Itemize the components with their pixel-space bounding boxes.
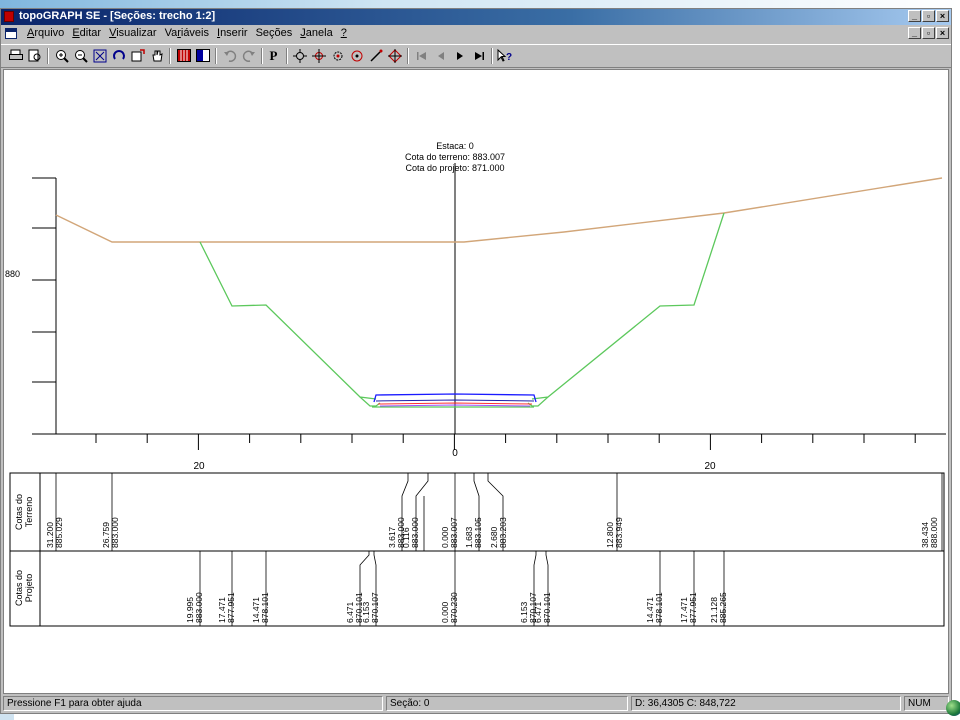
- doc-minimize-button[interactable]: _: [908, 27, 921, 39]
- draw-line-icon[interactable]: [367, 47, 384, 64]
- status-section: Seção: 0: [386, 696, 628, 711]
- app-window: topoGRAPH SE - [Seções: trecho 1:2] _ ▫ …: [0, 8, 952, 714]
- menu-bar: Arquivo Editar Visualizar Variáveis Inserir S…: [1, 25, 951, 43]
- zoom-extents-icon[interactable]: [91, 47, 108, 64]
- minimize-button[interactable]: _: [908, 10, 921, 22]
- terreno-value: 885.029: [54, 517, 64, 548]
- projeto-value: 877.951: [226, 592, 236, 623]
- toolbar: P ?: [1, 44, 951, 68]
- status-coords: D: 36,4305 C: 848,722: [631, 696, 901, 711]
- menu-3[interactable]: Variáveis: [161, 27, 213, 39]
- terreno-value: 883.000: [110, 517, 120, 548]
- snap-gear-icon[interactable]: [329, 47, 346, 64]
- toolbar-separator: [286, 48, 288, 64]
- globe-icon: [946, 700, 960, 716]
- menu-2[interactable]: Visualizar: [105, 27, 161, 39]
- projeto-value: 870.101: [542, 592, 552, 623]
- zoom-out-icon[interactable]: [72, 47, 89, 64]
- status-num: NUM: [904, 696, 949, 711]
- row-label-projeto: Cotas doProjeto: [14, 570, 34, 606]
- right-slope-line: [531, 212, 725, 400]
- menu-0[interactable]: Arquivo: [23, 27, 68, 39]
- row-label-terreno: Cotas doTerreno: [14, 494, 34, 530]
- terreno-value: 883.000: [410, 517, 420, 548]
- doc-restore-button[interactable]: ▫: [922, 27, 935, 39]
- print-icon[interactable]: [7, 47, 24, 64]
- cross-section-drawing[interactable]: Estaca: 0Cota do terreno: 883.007Cota do…: [4, 70, 948, 693]
- projeto-value: 878.101: [654, 592, 664, 623]
- snap-circle-icon[interactable]: [348, 47, 365, 64]
- terreno-value: 888.000: [929, 517, 939, 548]
- projeto-value: 885.265: [718, 592, 728, 623]
- data-table-frame: [9, 472, 945, 627]
- menu-5[interactable]: Seções: [252, 27, 297, 39]
- terreno-value: 883.949: [614, 517, 624, 548]
- svg-text:?: ?: [506, 52, 512, 63]
- title-bar[interactable]: topoGRAPH SE - [Seções: trecho 1:2] _ ▫ …: [1, 9, 951, 25]
- projeto-value: 878.101: [260, 592, 270, 623]
- menu-6[interactable]: Janela: [296, 27, 336, 39]
- close-button[interactable]: ×: [936, 10, 949, 22]
- toolbar-separator: [407, 48, 409, 64]
- snap-target-icon[interactable]: [386, 47, 403, 64]
- x-axis-label: 0: [452, 448, 458, 459]
- status-help-text: Pressione F1 para obter ajuda: [3, 696, 383, 711]
- status-bar: Pressione F1 para obter ajuda Seção: 0 D…: [1, 695, 951, 713]
- menu-1[interactable]: Editar: [68, 27, 105, 39]
- first-icon[interactable]: [413, 47, 430, 64]
- projeto-value: 883.000: [194, 592, 204, 623]
- menu-4[interactable]: Inserir: [213, 27, 252, 39]
- table-icon[interactable]: [175, 47, 192, 64]
- last-icon[interactable]: [470, 47, 487, 64]
- redo-icon[interactable]: [240, 47, 257, 64]
- zoom-in-icon[interactable]: [53, 47, 70, 64]
- app-icon[interactable]: [4, 11, 14, 22]
- terreno-value: 883.105: [473, 517, 483, 548]
- background-decoration-top: [0, 0, 960, 8]
- info-line: Cota do terreno: 883.007: [405, 152, 505, 162]
- snap-point-icon[interactable]: [291, 47, 308, 64]
- help-pointer-icon[interactable]: ?: [496, 47, 513, 64]
- projeto-value: 870.107: [370, 592, 380, 623]
- previous-icon[interactable]: [432, 47, 449, 64]
- drawing-area[interactable]: Estaca: 0 Cota do terreno: 883.007 Cota do…: [3, 69, 949, 694]
- projeto-value: 870.230: [449, 592, 459, 623]
- next-icon[interactable]: [451, 47, 468, 64]
- print-preview-icon[interactable]: [26, 47, 43, 64]
- toolbar-separator: [169, 48, 171, 64]
- toolbar-separator: [261, 48, 263, 64]
- pan-hand-icon[interactable]: [148, 47, 165, 64]
- terreno-value: 883.007: [449, 517, 459, 548]
- menu-7[interactable]: ?: [337, 27, 351, 39]
- terreno-value: 883.203: [498, 517, 508, 548]
- toolbar-separator: [47, 48, 49, 64]
- panel-icon[interactable]: [194, 47, 211, 64]
- x-axis-label: 20: [193, 461, 205, 472]
- terrain-line: [55, 177, 943, 243]
- projeto-value: 877.951: [688, 592, 698, 623]
- window-title: topoGRAPH SE - [Seções: trecho 1:2]: [19, 10, 216, 22]
- doc-close-button[interactable]: ×: [936, 27, 949, 39]
- redraw-icon[interactable]: [110, 47, 127, 64]
- left-slope-line: [199, 241, 377, 400]
- snap-crosshair-icon[interactable]: [310, 47, 327, 64]
- restore-button[interactable]: ▫: [922, 10, 935, 22]
- zoom-window-icon[interactable]: [129, 47, 146, 64]
- x-axis-label: 20: [704, 461, 716, 472]
- toolbar-separator: [491, 48, 493, 64]
- y-axis-label: 880: [5, 269, 20, 279]
- info-line: Estaca: 0: [436, 141, 474, 151]
- toolbar-separator: [215, 48, 217, 64]
- document-icon[interactable]: [5, 28, 17, 39]
- undo-icon[interactable]: [221, 47, 238, 64]
- p-icon[interactable]: P: [265, 47, 282, 64]
